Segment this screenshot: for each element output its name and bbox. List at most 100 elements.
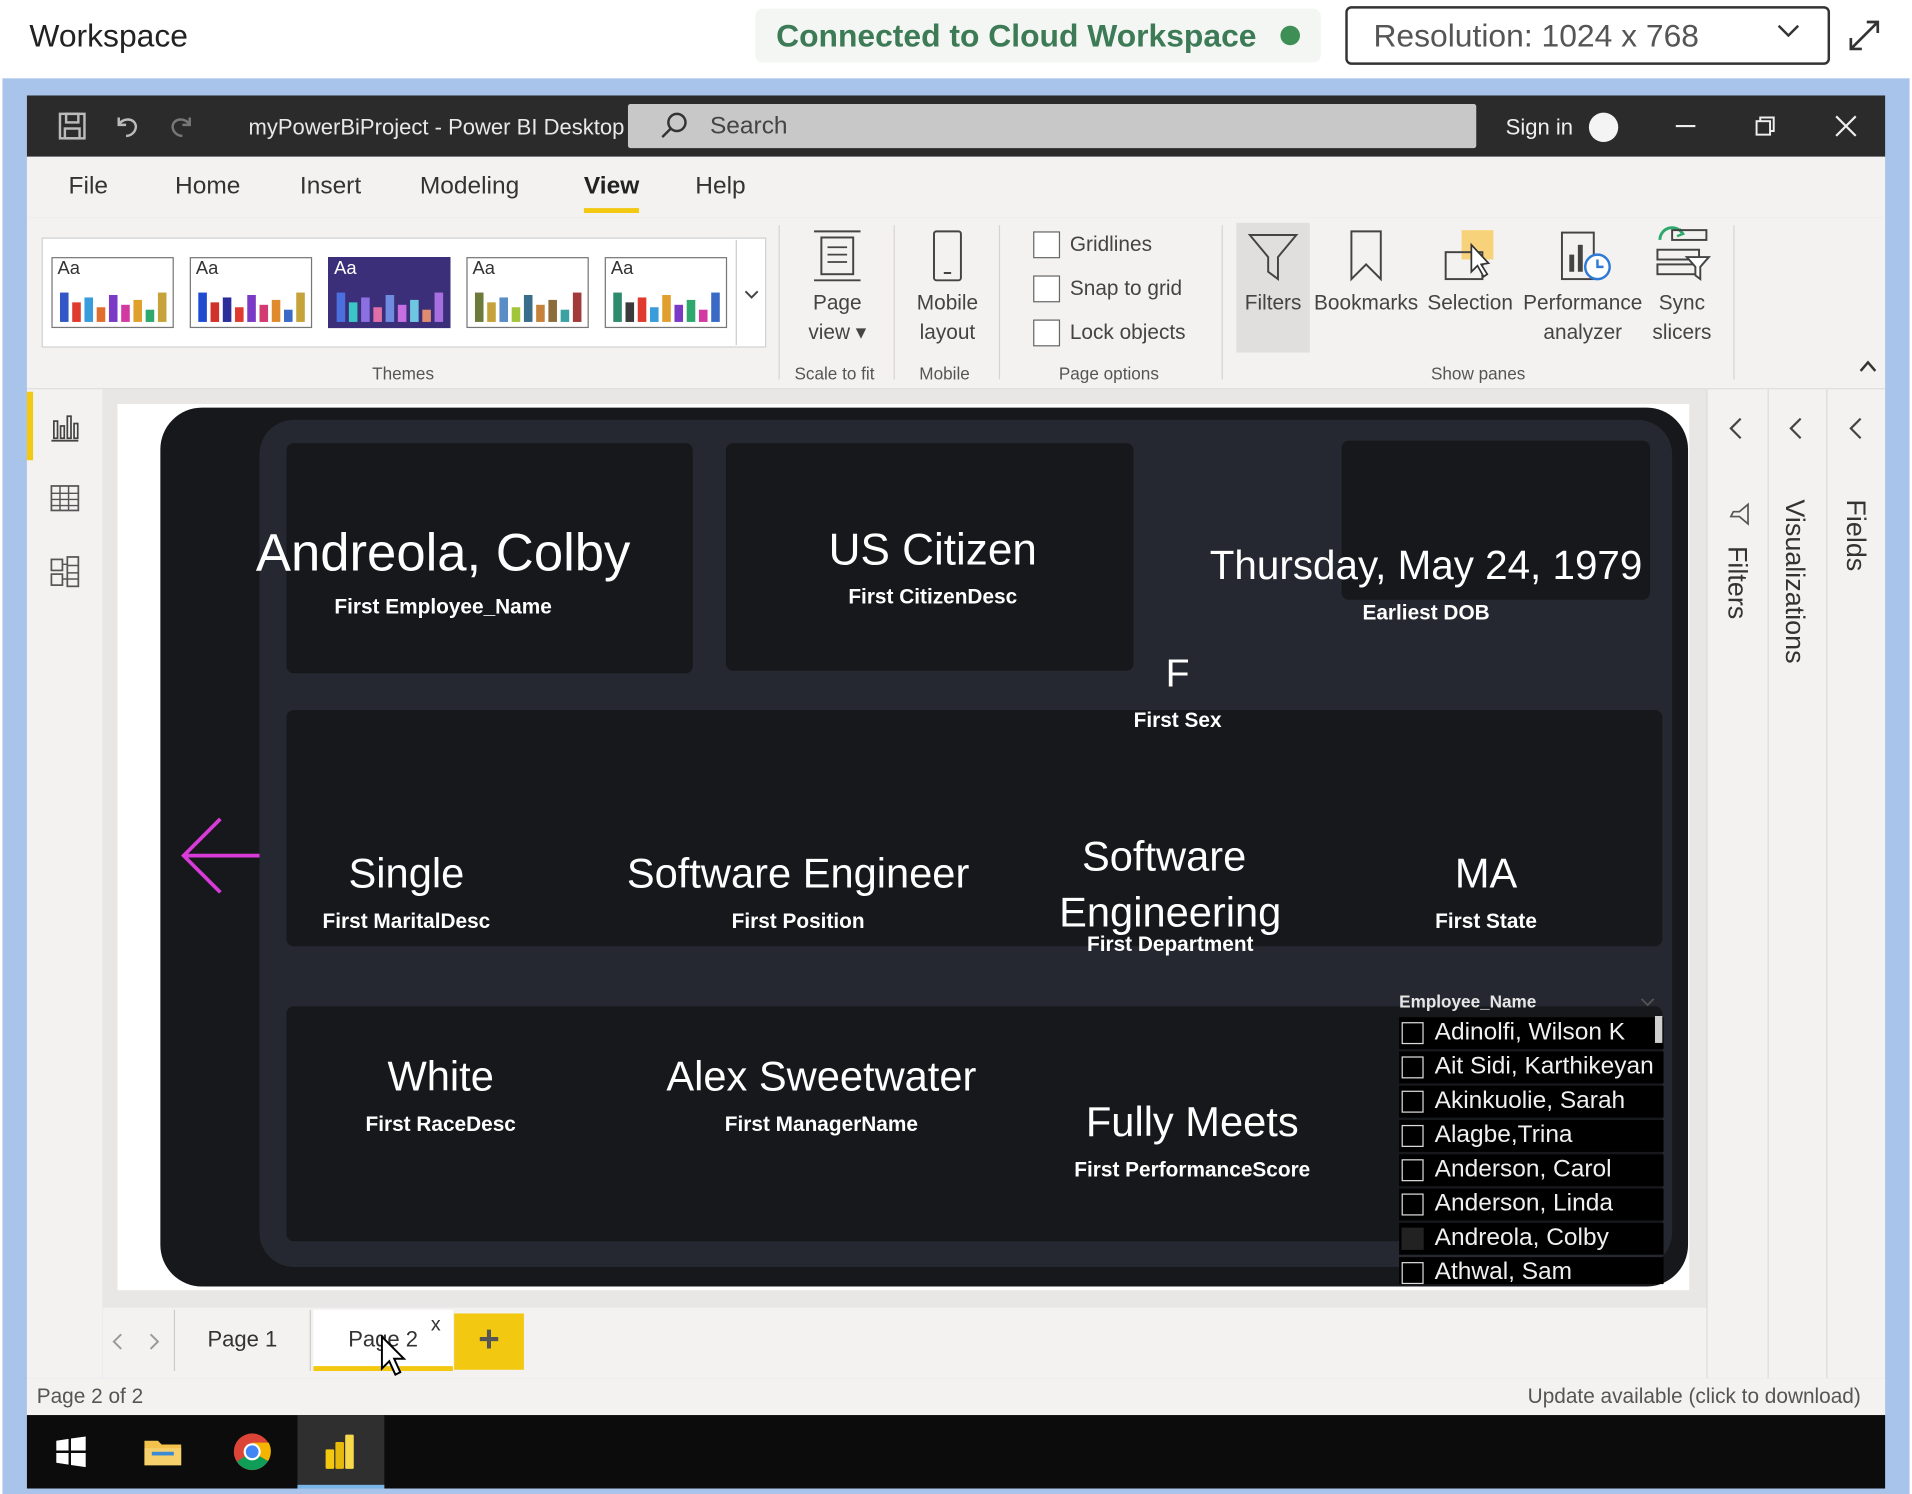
redo-icon[interactable] <box>166 110 198 142</box>
slicer-checkbox[interactable] <box>1401 1022 1424 1045</box>
mobile-group-label: Mobile <box>919 363 970 384</box>
theme-swatch[interactable]: Aa <box>51 257 174 329</box>
theme-swatch[interactable]: Aa <box>604 257 728 329</box>
avatar[interactable] <box>1588 112 1619 142</box>
chevron-up-icon[interactable] <box>1858 357 1878 374</box>
selection-pane-button[interactable]: Selection <box>1425 289 1516 318</box>
chevron-left-icon[interactable] <box>1726 416 1746 440</box>
expand-icon[interactable] <box>1846 17 1883 54</box>
file-explorer-icon[interactable] <box>141 1430 185 1474</box>
slicer-checkbox-checked[interactable] <box>1401 1227 1424 1250</box>
ribbon-separator <box>778 225 780 380</box>
department-value: Software Engineering <box>974 829 1366 942</box>
menu-help[interactable]: Help <box>695 173 745 201</box>
slicer-scrollbar[interactable] <box>1654 1016 1663 1043</box>
slicer-item[interactable]: Alagbe,Trina <box>1399 1120 1664 1152</box>
bookmark-icon[interactable] <box>1347 228 1386 284</box>
windows-start-icon[interactable] <box>49 1430 93 1474</box>
performance-analyzer-button[interactable]: Performance analyzer <box>1520 289 1645 348</box>
theme-swatch[interactable]: Aa <box>466 257 589 329</box>
save-icon[interactable] <box>56 110 88 142</box>
active-view-indicator <box>26 391 34 461</box>
chevron-right-icon[interactable] <box>147 1332 162 1352</box>
theme-bars-icon <box>336 292 444 322</box>
slicer-item-label: Akinkuolie, Sarah <box>1434 1087 1626 1114</box>
slicer-item[interactable]: Adinolfi, Wilson K <box>1399 1017 1664 1050</box>
power-bi-icon[interactable] <box>318 1430 362 1474</box>
page-view-icon[interactable] <box>809 228 865 284</box>
resolution-select[interactable]: Resolution: 1024 x 768 <box>1345 6 1831 65</box>
gridlines-checkbox[interactable] <box>1033 231 1061 259</box>
menu-view[interactable]: View <box>584 173 639 201</box>
sign-in-link[interactable]: Sign in <box>1506 115 1573 141</box>
model-view-icon[interactable] <box>49 556 81 588</box>
page-view-line1: Page <box>812 291 862 315</box>
update-link[interactable]: Update available (click to download) <box>1528 1384 1861 1408</box>
menu-home[interactable]: Home <box>175 173 240 201</box>
close-icon[interactable] <box>1832 113 1859 140</box>
sync-slicers-icon[interactable] <box>1653 225 1712 284</box>
visualizations-pane-label: Visualizations <box>1779 499 1811 664</box>
data-view-icon[interactable] <box>49 482 81 514</box>
themes-dropdown[interactable] <box>735 239 765 346</box>
back-arrow-icon[interactable] <box>179 813 265 899</box>
ribbon-separator <box>893 225 895 380</box>
menu-insert[interactable]: Insert <box>300 173 361 201</box>
minimize-icon[interactable] <box>1672 113 1699 140</box>
slicer-checkbox[interactable] <box>1401 1056 1424 1079</box>
lock-objects-checkbox[interactable] <box>1033 319 1061 347</box>
slicer-checkbox[interactable] <box>1401 1193 1424 1216</box>
filters-pane-button[interactable]: Filters <box>1239 289 1308 318</box>
snap-to-grid-checkbox[interactable] <box>1033 275 1061 303</box>
chevron-down-icon[interactable] <box>1640 996 1655 1008</box>
page-view-line2: view ▾ <box>808 320 867 344</box>
theme-bars-icon <box>59 292 167 322</box>
slicer-checkbox[interactable] <box>1401 1090 1424 1113</box>
slicer-item[interactable]: Ait Sidi, Karthikeyan <box>1399 1051 1664 1084</box>
performance-analyzer-icon[interactable] <box>1557 228 1613 284</box>
chevron-left-icon[interactable] <box>1846 416 1866 440</box>
slicer-item[interactable]: Athwal, Sam <box>1399 1257 1664 1285</box>
theme-bars-icon <box>198 292 305 322</box>
slicer-item-selected[interactable]: Andreola, Colby <box>1399 1222 1664 1255</box>
sync-slicers-button[interactable]: Sync slicers <box>1648 289 1717 348</box>
ribbon-separator <box>1733 225 1735 380</box>
chrome-icon[interactable] <box>230 1430 274 1474</box>
chevron-left-icon[interactable] <box>110 1332 125 1352</box>
state-caption: First State <box>1435 909 1537 933</box>
bookmarks-pane-button[interactable]: Bookmarks <box>1312 289 1420 318</box>
slicer-item[interactable]: Akinkuolie, Sarah <box>1399 1085 1664 1118</box>
undo-icon[interactable] <box>110 110 142 142</box>
page-view-label[interactable]: Page view ▾ <box>803 289 872 348</box>
mobile-layout-label[interactable]: Mobile layout <box>906 289 989 348</box>
selection-icon[interactable] <box>1442 228 1498 284</box>
theme-swatch-selected[interactable]: Aa <box>328 257 451 329</box>
slicer-checkbox[interactable] <box>1401 1124 1424 1147</box>
view-rail <box>26 389 103 1379</box>
restore-icon[interactable] <box>1752 113 1779 140</box>
status-dot-icon <box>1280 25 1300 46</box>
scale-group-label: Scale to fit <box>794 363 875 384</box>
race-value: White <box>387 1053 494 1101</box>
theme-aa-label: Aa <box>195 258 219 280</box>
menu-file[interactable]: File <box>69 173 108 201</box>
citizen-caption: First CitizenDesc <box>848 585 1018 609</box>
tab-page-1[interactable]: Page 1 <box>173 1309 311 1371</box>
filter-icon[interactable] <box>1246 230 1300 284</box>
slicer-item-label: Athwal, Sam <box>1434 1258 1573 1285</box>
department-caption: First Department <box>1086 932 1254 957</box>
slicer-item[interactable]: Anderson, Carol <box>1399 1154 1664 1187</box>
slicer-checkbox[interactable] <box>1401 1262 1424 1285</box>
menu-modeling[interactable]: Modeling <box>420 173 519 201</box>
filters-pane[interactable] <box>1706 389 1768 1379</box>
position-caption: First Position <box>731 909 865 933</box>
close-tab-icon[interactable]: x <box>431 1315 441 1337</box>
add-page-button[interactable]: + <box>454 1313 524 1370</box>
theme-swatch[interactable]: Aa <box>189 257 313 329</box>
slicer-item[interactable]: Anderson, Linda <box>1399 1188 1664 1221</box>
slicer-checkbox[interactable] <box>1401 1159 1424 1182</box>
report-view-icon[interactable] <box>49 411 81 443</box>
ribbon-separator <box>998 225 1001 380</box>
chevron-left-icon[interactable] <box>1786 416 1806 440</box>
mobile-layout-icon[interactable] <box>930 228 964 284</box>
